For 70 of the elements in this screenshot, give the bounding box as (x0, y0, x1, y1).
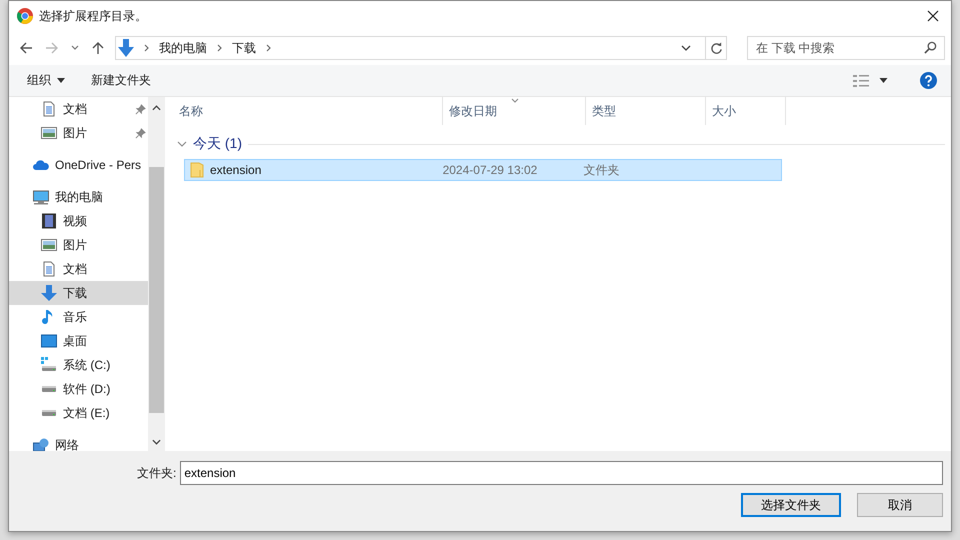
search-field[interactable]: 在 下载 中搜索 (747, 36, 945, 60)
download-icon (118, 39, 134, 57)
refresh-icon[interactable] (710, 42, 722, 54)
chevron-icon (266, 44, 271, 52)
network-icon (33, 437, 49, 451)
folder-icon (190, 162, 204, 178)
dropdown-caret-icon[interactable] (681, 45, 691, 51)
sidebar-item[interactable]: 软件 (D:) (9, 377, 148, 401)
recent-caret-icon[interactable] (71, 45, 79, 51)
document-icon (41, 101, 57, 117)
scroll-up-icon[interactable] (152, 105, 160, 111)
caret-icon[interactable] (879, 78, 888, 83)
scroll-down-icon[interactable] (152, 439, 160, 445)
folder-name-field[interactable]: extension (180, 461, 943, 485)
window-title: 选择扩展程序目录。 (39, 8, 147, 24)
sidebar-item[interactable]: 视频 (9, 209, 148, 233)
file-date: 2024-07-29 13:02 (442, 163, 538, 177)
scrollbar-thumb[interactable] (148, 167, 164, 413)
picture-icon (41, 237, 57, 253)
desktop-icon (41, 333, 57, 349)
picture-icon (41, 125, 57, 141)
drive-icon (41, 357, 57, 373)
select-folder-button[interactable]: 选择文件夹 (741, 493, 841, 517)
column-header[interactable]: 大小 (706, 97, 786, 125)
close-icon[interactable] (927, 10, 939, 22)
sidebar-item[interactable]: 桌面 (9, 329, 148, 353)
sidebar-item[interactable]: 文档 (E:) (9, 401, 148, 425)
document-icon (41, 261, 57, 277)
breadcrumb-item[interactable]: 我的电脑 (159, 40, 207, 56)
caret-icon (57, 78, 65, 83)
group-title[interactable]: 今天 (1) (193, 135, 242, 153)
chevron-icon (144, 44, 149, 52)
drive-icon (41, 409, 57, 417)
cancel-button[interactable]: 取消 (857, 493, 943, 517)
chevron-icon[interactable] (177, 139, 187, 149)
view-options-icon[interactable] (853, 74, 869, 86)
sidebar-item[interactable]: 文档 (9, 257, 148, 281)
column-header[interactable]: 名称 (173, 97, 443, 125)
monitor-icon (33, 189, 49, 205)
sidebar-item[interactable]: 图片 (9, 233, 148, 257)
breadcrumb-item[interactable]: 下载 (232, 40, 256, 56)
download-icon (41, 285, 57, 301)
sidebar-item[interactable]: 音乐 (9, 305, 148, 329)
sidebar-item[interactable]: 下载 (9, 281, 148, 305)
sidebar-item[interactable]: 我的电脑 (9, 185, 148, 209)
sort-caret-icon (511, 98, 519, 103)
file-row[interactable]: extension 2024-07-29 13:02 文件夹 (184, 159, 782, 181)
drive-icon (41, 385, 57, 393)
back-arrow-icon[interactable] (19, 41, 33, 55)
film-icon (41, 213, 57, 229)
browser-logo-icon (17, 8, 33, 24)
address-bar[interactable]: 我的电脑 下载 (115, 36, 727, 60)
column-header[interactable]: 类型 (586, 97, 706, 125)
pin-icon (135, 128, 146, 138)
search-icon (924, 41, 937, 54)
field-label: 文件夹: (137, 464, 176, 482)
new-folder-button[interactable]: 新建文件夹 (83, 69, 159, 92)
sidebar-item[interactable]: 网络 (9, 433, 148, 451)
help-icon[interactable] (920, 72, 937, 89)
sidebar-item[interactable]: 文档 (9, 97, 148, 121)
up-arrow-icon[interactable] (91, 41, 105, 55)
file-type: 文件夹 (584, 162, 620, 178)
file-name: extension (210, 163, 262, 177)
chevron-icon (217, 44, 222, 52)
column-header[interactable]: 修改日期 (443, 97, 586, 125)
sidebar-item[interactable]: 图片 (9, 121, 148, 145)
organize-menu-button[interactable]: 组织 (19, 69, 73, 92)
sidebar-item[interactable]: 系统 (C:) (9, 353, 148, 377)
sidebar-item[interactable]: OneDrive - Pers (9, 153, 148, 177)
pin-icon (135, 104, 146, 114)
